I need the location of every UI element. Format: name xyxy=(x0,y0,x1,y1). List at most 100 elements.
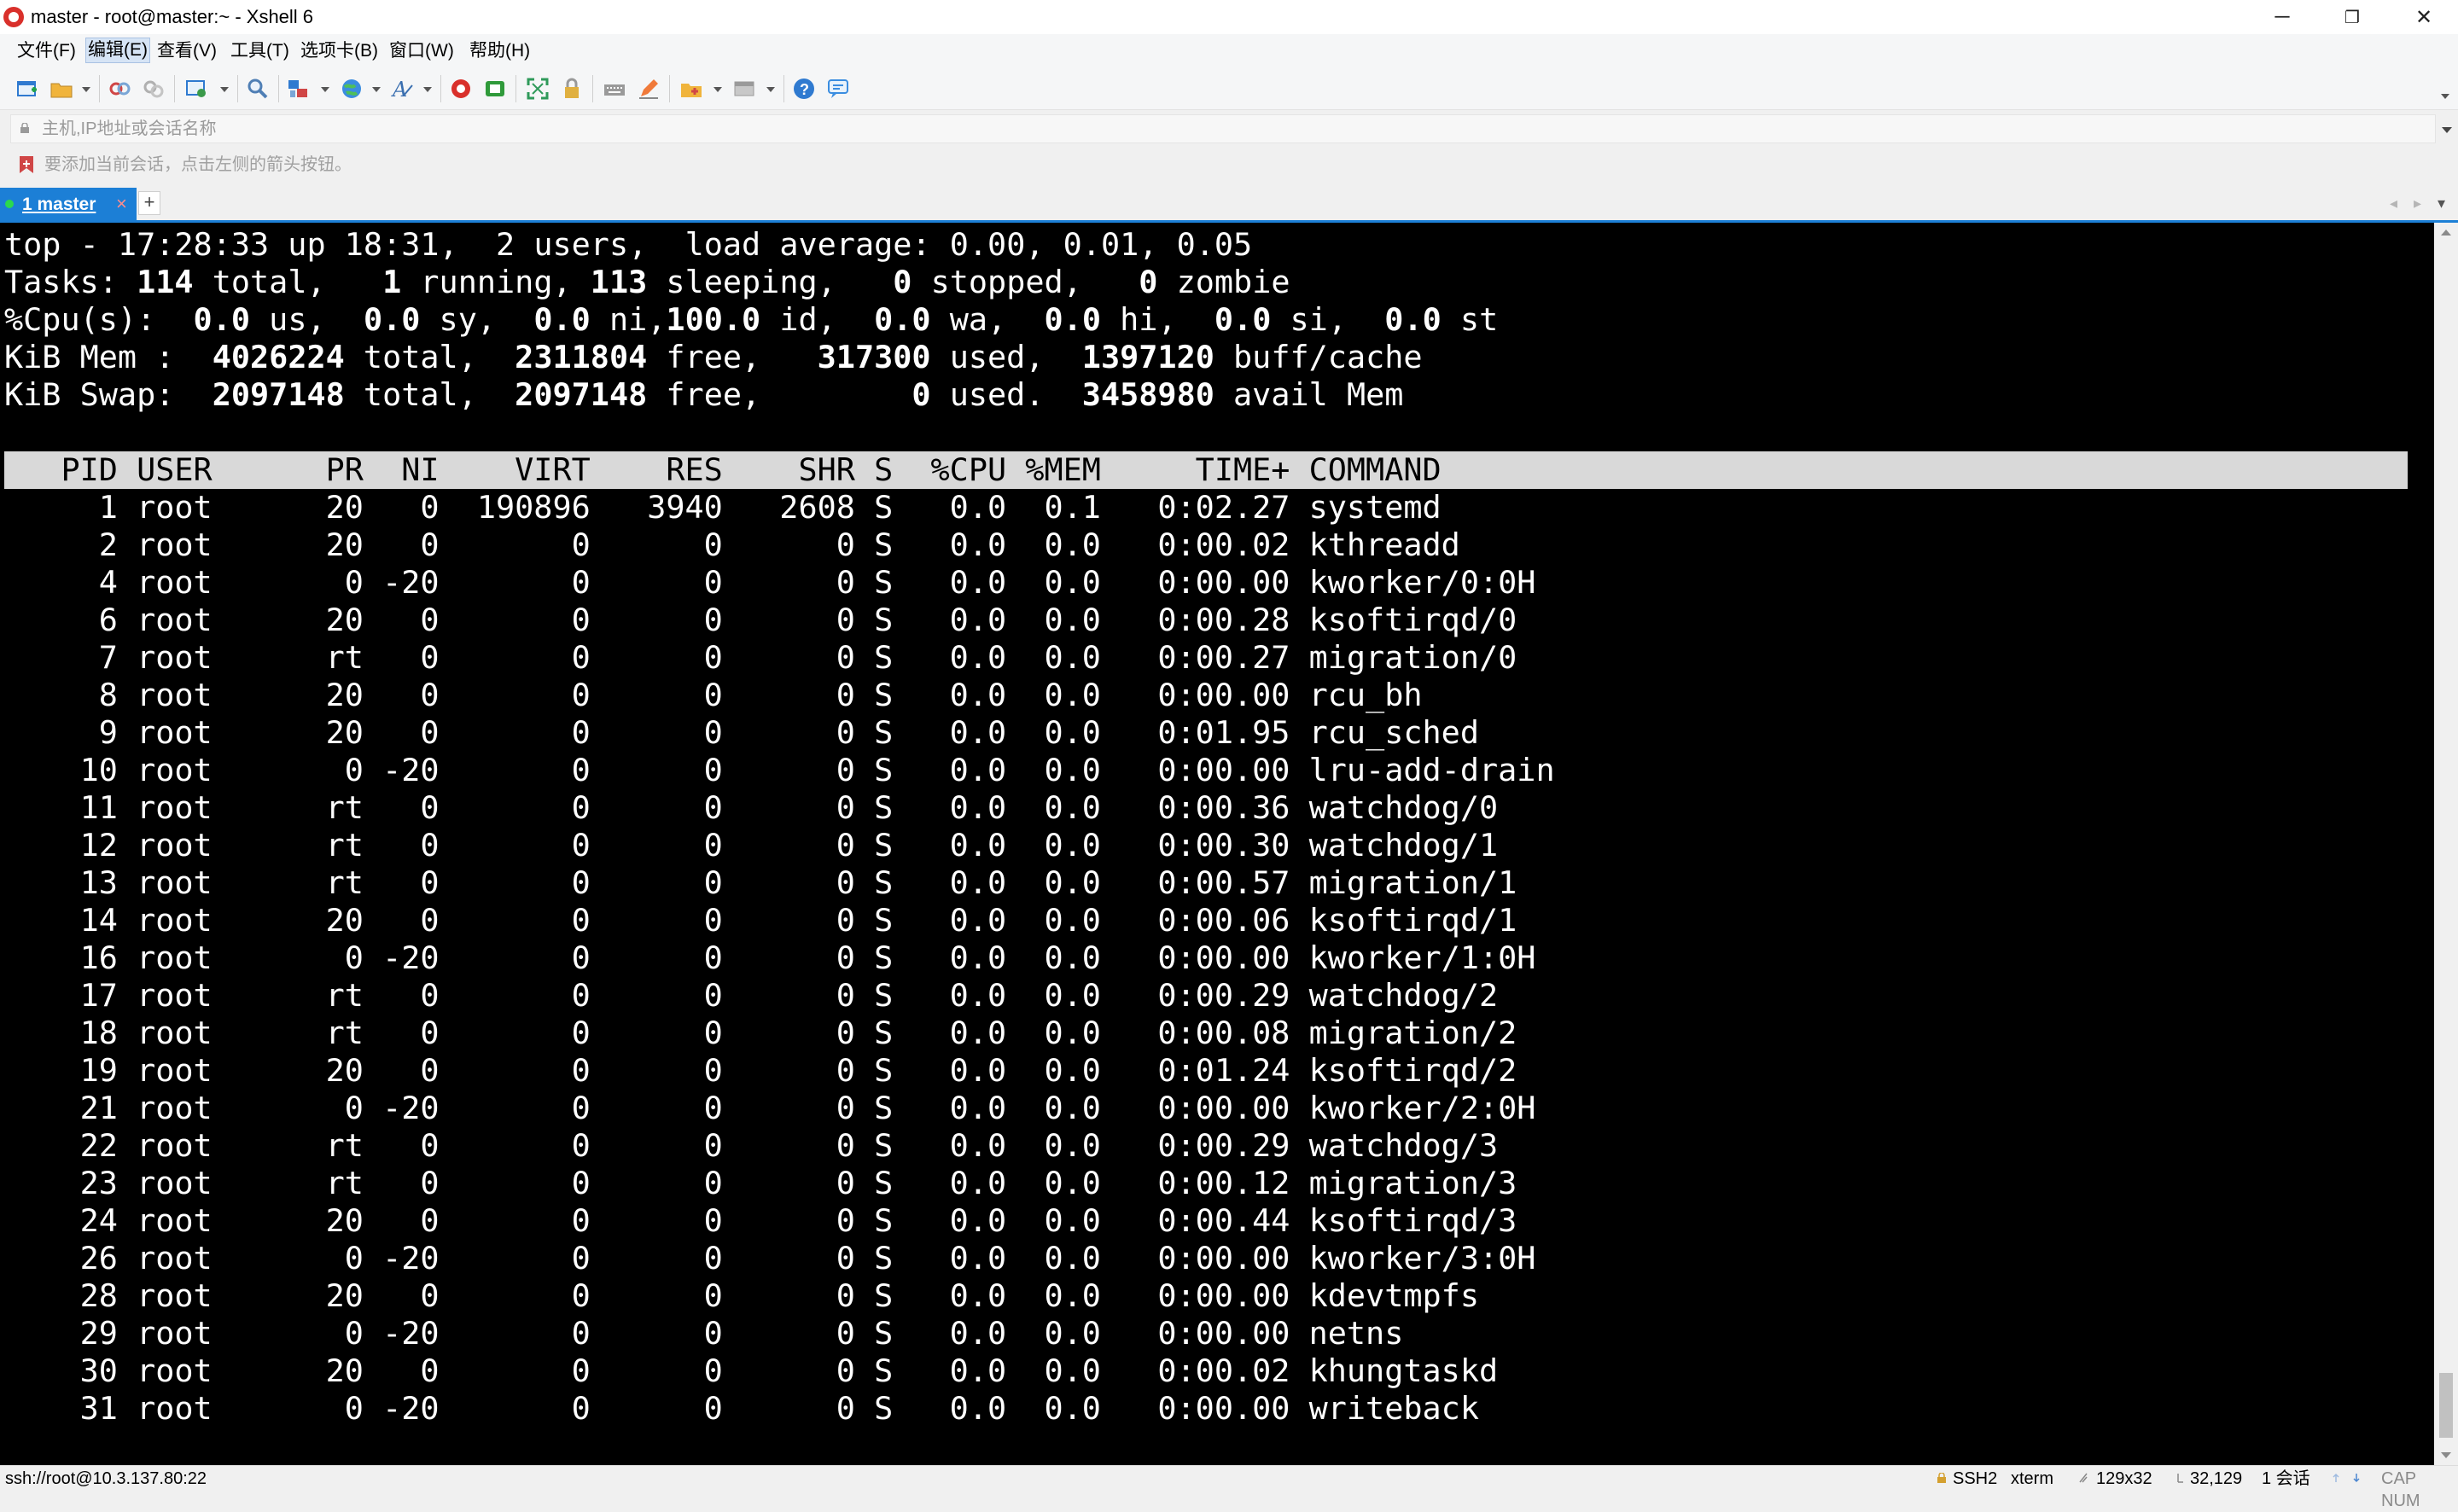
process-table: 1 root 20 0 190896 3940 2608 S 0.0 0.1 0… xyxy=(4,489,2408,1428)
layout-dropdown-icon[interactable] xyxy=(766,87,775,92)
toolbar-separator xyxy=(515,75,516,102)
menu-help[interactable]: 帮助(H) xyxy=(468,39,532,63)
address-bar: 主机,IP地址或会话名称 xyxy=(0,111,2458,145)
disconnect-icon[interactable] xyxy=(142,77,166,101)
mem-line: KiB Mem : 4026224 total, 2311804 free, 3… xyxy=(4,339,1423,375)
scroll-up-icon[interactable] xyxy=(2441,230,2451,236)
compose-icon[interactable] xyxy=(637,77,661,101)
process-row: 1 root 20 0 190896 3940 2608 S 0.0 0.1 0… xyxy=(4,489,1442,526)
menu-edit[interactable]: 编辑(E) xyxy=(85,38,150,63)
resize-icon xyxy=(2079,1473,2088,1483)
font-icon[interactable]: A xyxy=(391,77,415,101)
host-input[interactable]: 主机,IP地址或会话名称 xyxy=(10,114,2452,143)
minimize-button[interactable]: ─ xyxy=(2248,0,2316,34)
open-folder-dropdown-icon[interactable] xyxy=(82,87,90,92)
download-arrow-icon xyxy=(2353,1474,2360,1483)
process-table-header: PID USER PR NI VIRT RES SHR S %CPU %MEM … xyxy=(4,451,2408,489)
help-icon[interactable]: ? xyxy=(792,77,816,101)
properties-dropdown-icon[interactable] xyxy=(220,87,229,92)
process-row: 24 root 20 0 0 0 0 S 0.0 0.0 0:00.44 kso… xyxy=(4,1202,1517,1239)
layout-icon[interactable] xyxy=(732,77,756,101)
close-tab-icon[interactable]: × xyxy=(116,193,127,215)
process-row: 19 root 20 0 0 0 0 S 0.0 0.0 0:01.24 kso… xyxy=(4,1052,1517,1089)
upload-arrow-icon xyxy=(2333,1473,2339,1482)
scrollbar-thumb[interactable] xyxy=(2439,1373,2453,1438)
connection-address: ssh://root@10.3.137.80:22 xyxy=(5,1469,207,1488)
transfer-dropdown-icon[interactable] xyxy=(321,87,329,92)
process-row: 18 root rt 0 0 0 0 S 0.0 0.0 0:00.08 mig… xyxy=(4,1015,1517,1051)
toolbar-separator xyxy=(174,75,175,102)
new-session-icon[interactable] xyxy=(15,77,39,101)
process-row: 29 root 0 -20 0 0 0 S 0.0 0.0 0:00.00 ne… xyxy=(4,1315,1404,1352)
toolbar-separator xyxy=(669,75,670,102)
protocol-label: SSH2 xyxy=(1953,1469,1998,1488)
svg-text:?: ? xyxy=(800,81,809,98)
toolbar-separator xyxy=(783,75,784,102)
process-row: 17 root rt 0 0 0 0 S 0.0 0.0 0:00.29 wat… xyxy=(4,977,1499,1014)
process-row: 16 root 0 -20 0 0 0 S 0.0 0.0 0:00.00 kw… xyxy=(4,939,1536,976)
reconnect-icon[interactable] xyxy=(108,77,131,101)
menu-view[interactable]: 查看(V) xyxy=(155,39,218,63)
add-tab-button[interactable]: + xyxy=(138,191,160,215)
tab-menu-icon[interactable]: ▾ xyxy=(2438,195,2445,212)
restore-button[interactable]: ❐ xyxy=(2318,0,2386,34)
window-title: master - root@master:~ - Xshell 6 xyxy=(31,6,314,27)
fullscreen-icon[interactable] xyxy=(526,77,550,101)
toolbar: A ? xyxy=(0,68,2458,110)
caps-num-indicator: CAP NUM xyxy=(2381,1469,2420,1510)
xshell-logo-icon xyxy=(3,7,24,27)
terminal[interactable]: top - 17:28:33 up 18:31, 2 users, load a… xyxy=(0,223,2434,1465)
font-dropdown-icon[interactable] xyxy=(423,87,432,92)
menu-file[interactable]: 文件(F) xyxy=(15,39,78,63)
open-folder-icon[interactable] xyxy=(50,77,73,101)
swap-line: KiB Swap: 2097148 total, 2097148 free, 0… xyxy=(4,376,1404,413)
toolbar-separator xyxy=(278,75,279,102)
terminal-type-label: xterm xyxy=(2011,1469,2053,1488)
xshell-logo-icon[interactable] xyxy=(449,77,473,101)
hint-bar: 要添加当前会话，点击左侧的箭头按钮。 xyxy=(0,147,2458,183)
cursor-icon xyxy=(2177,1474,2183,1483)
globe-dropdown-icon[interactable] xyxy=(372,87,381,92)
terminal-scrollbar[interactable] xyxy=(2434,223,2458,1465)
lock-icon[interactable] xyxy=(560,77,584,101)
chevron-down-icon[interactable] xyxy=(2442,127,2452,133)
properties-icon[interactable] xyxy=(184,77,208,101)
process-row: 8 root 20 0 0 0 0 S 0.0 0.0 0:00.00 rcu_… xyxy=(4,677,1423,713)
menu-bar: 文件(F) 编辑(E) 查看(V) 工具(T) 选项卡(B) 窗口(W) 帮助(… xyxy=(0,34,2458,68)
process-row: 26 root 0 -20 0 0 0 S 0.0 0.0 0:00.00 kw… xyxy=(4,1240,1536,1276)
globe-icon[interactable] xyxy=(340,77,364,101)
process-row: 9 root 20 0 0 0 0 S 0.0 0.0 0:01.95 rcu_… xyxy=(4,714,1479,751)
host-input-placeholder: 主机,IP地址或会话名称 xyxy=(42,119,217,138)
new-tab-dropdown-icon[interactable] xyxy=(714,87,722,92)
menu-tabs[interactable]: 选项卡(B) xyxy=(299,39,380,63)
transfer-icon[interactable] xyxy=(287,77,311,101)
process-row: 12 root rt 0 0 0 0 S 0.0 0.0 0:00.30 wat… xyxy=(4,827,1499,864)
new-tab-icon[interactable] xyxy=(679,77,703,101)
lock-icon xyxy=(1937,1473,1946,1483)
keyboard-icon[interactable] xyxy=(603,77,626,101)
tab-prev-icon[interactable]: ◂ xyxy=(2390,195,2397,212)
tasks-line: Tasks: 114 total, 1 running, 113 sleepin… xyxy=(4,264,1290,300)
chat-icon[interactable] xyxy=(826,77,850,101)
tab-master[interactable]: 1 master × xyxy=(0,188,137,220)
menu-tools[interactable]: 工具(T) xyxy=(229,39,291,63)
scroll-down-icon[interactable] xyxy=(2441,1452,2451,1458)
process-row: 31 root 0 -20 0 0 0 S 0.0 0.0 0:00.00 wr… xyxy=(4,1390,1479,1427)
find-icon[interactable] xyxy=(246,77,270,101)
cursor-position-label: 32,129 xyxy=(2190,1469,2243,1488)
title-bar: master - root@master:~ - Xshell 6 ─ ❐ ✕ xyxy=(0,0,2458,34)
toolbar-separator xyxy=(592,75,593,102)
status-bar: ssh://root@10.3.137.80:22 SSH2 xterm 129… xyxy=(0,1465,2458,1510)
svg-text:A: A xyxy=(391,78,407,101)
close-button[interactable]: ✕ xyxy=(2390,0,2458,34)
tab-next-icon[interactable]: ▸ xyxy=(2414,195,2421,212)
process-row: 21 root 0 -20 0 0 0 S 0.0 0.0 0:00.00 kw… xyxy=(4,1090,1536,1126)
connected-status-icon xyxy=(5,200,14,208)
toolbar-overflow-icon[interactable] xyxy=(2441,94,2449,99)
bookmark-arrow-icon[interactable] xyxy=(19,155,34,174)
menu-window[interactable]: 窗口(W) xyxy=(387,39,456,63)
xftp-icon[interactable] xyxy=(483,77,507,101)
process-row: 2 root 20 0 0 0 0 S 0.0 0.0 0:00.02 kthr… xyxy=(4,526,1460,563)
process-row: 14 root 20 0 0 0 0 S 0.0 0.0 0:00.06 kso… xyxy=(4,902,1517,939)
